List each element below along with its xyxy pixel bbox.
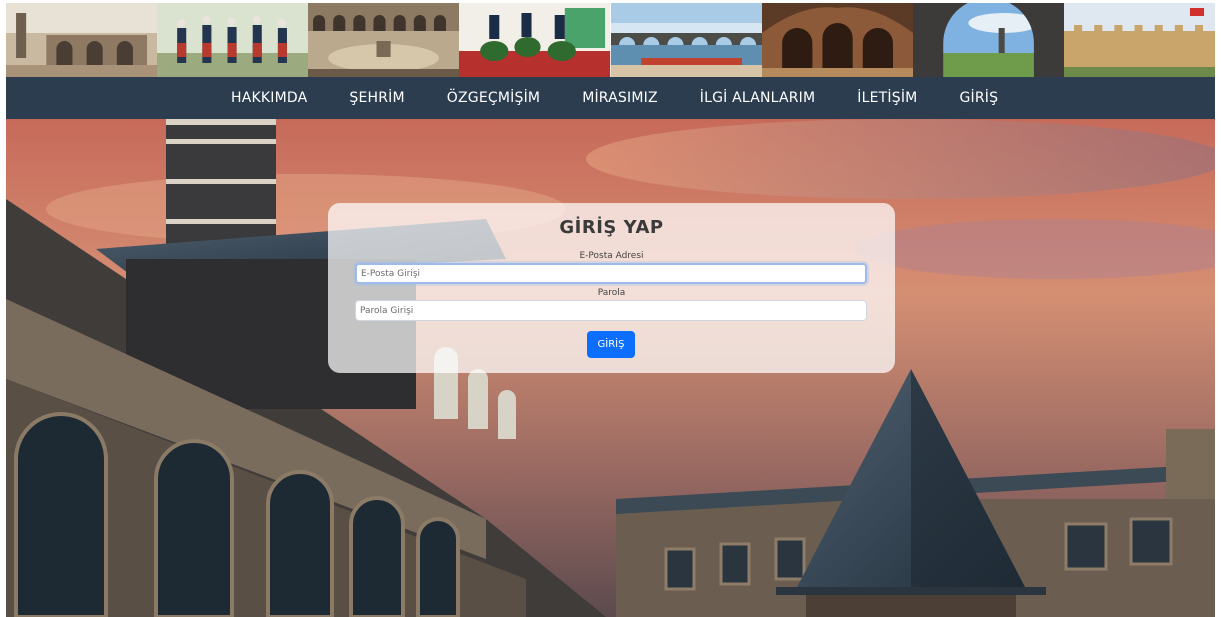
nav-link-giris[interactable]: GİRİŞ	[959, 90, 998, 106]
password-label: Parola	[597, 288, 626, 298]
caravanserai-courtyard-photo	[308, 3, 460, 77]
folk-dancers-photo	[157, 3, 309, 77]
ancient-city-wall-arch-photo	[912, 3, 1064, 77]
watermelon-festival-photo	[459, 3, 611, 77]
nav-link-mirasimiz[interactable]: MİRASIMIZ	[582, 90, 658, 106]
ten-eyed-bridge-photo	[610, 3, 762, 77]
nav-menu: HAKKIMDA ŞEHRİM ÖZGEÇMİŞİM MİRASIMIZ İLG…	[231, 90, 1040, 106]
mosque-courtyard-photo	[6, 3, 158, 77]
nav-link-ozgecmisim[interactable]: ÖZGEÇMİŞİM	[447, 90, 540, 106]
nav-link-sehrim[interactable]: ŞEHRİM	[349, 90, 404, 106]
login-title: GİRİŞ YAP	[559, 217, 664, 238]
email-label: E-Posta Adresi	[579, 251, 644, 261]
fortress-walls-photo	[1063, 3, 1215, 77]
nav-link-iletisim[interactable]: İLETİŞİM	[857, 90, 917, 106]
nav-link-hakkimda[interactable]: HAKKIMDA	[231, 90, 307, 106]
nav-link-ilgi-alanlarim[interactable]: İLGİ ALANLARIM	[700, 90, 816, 106]
login-submit-button[interactable]: GİRİŞ	[587, 331, 635, 358]
email-input[interactable]	[355, 263, 867, 284]
login-form-card: GİRİŞ YAP E-Posta Adresi Parola GİRİŞ	[328, 203, 895, 373]
arched-hall-interior-photo	[761, 3, 913, 77]
header-banner	[6, 3, 1215, 77]
password-input[interactable]	[355, 300, 867, 321]
main-navbar: HAKKIMDA ŞEHRİM ÖZGEÇMİŞİM MİRASIMIZ İLG…	[6, 77, 1215, 119]
